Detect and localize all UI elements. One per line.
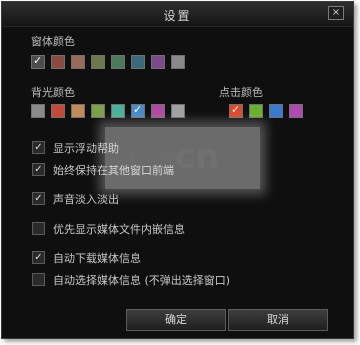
cancel-button[interactable]: 取消 — [228, 309, 328, 331]
selected-check-icon: ✓ — [231, 103, 241, 116]
option-label: 自动下载媒体信息 — [53, 252, 141, 265]
title-bar[interactable]: 设置 × — [2, 2, 353, 27]
dialog-title: 设置 — [163, 9, 192, 23]
option-label: 声音淡入淡出 — [53, 193, 119, 206]
option-checkbox[interactable]: ✓ — [32, 192, 45, 205]
backlight-color-swatch[interactable] — [71, 104, 85, 118]
window-color-swatch[interactable] — [151, 55, 165, 69]
close-button[interactable]: × — [328, 6, 344, 20]
click-color-swatch[interactable]: ✓ — [229, 103, 243, 118]
window-color-swatch[interactable] — [111, 55, 125, 69]
window-color-swatch[interactable] — [51, 55, 65, 69]
backlight-color-swatch[interactable] — [151, 104, 165, 118]
backlight-color-label: 背光颜色 — [31, 86, 75, 99]
settings-dialog: 设置 × 窗体颜色 ✓ 背光颜色 ✓ 点击颜色 ✓ ✓ 显示浮动帮助 ✓ 始终保持在其… — [1, 1, 354, 339]
option-checkbox[interactable] — [32, 273, 45, 286]
watermark-logo: cn — [175, 137, 220, 177]
option-checkbox[interactable] — [32, 222, 45, 235]
backlight-color-swatch[interactable] — [171, 104, 185, 118]
window-color-swatch[interactable] — [131, 55, 145, 69]
watermark-text: 小建の软件园 — [115, 153, 175, 164]
click-color-swatch[interactable] — [269, 104, 283, 118]
backlight-color-swatch[interactable] — [31, 104, 45, 118]
option-checkbox[interactable]: ✓ — [32, 251, 45, 264]
backlight-color-swatch[interactable] — [91, 104, 105, 118]
window-color-swatch[interactable] — [91, 55, 105, 69]
option-label: 优先显示媒体文件内嵌信息 — [53, 223, 185, 236]
backlight-color-swatch[interactable]: ✓ — [131, 103, 145, 118]
click-color-swatch[interactable] — [249, 104, 263, 118]
backlight-color-swatch[interactable] — [51, 104, 65, 118]
click-color-label: 点击颜色 — [219, 86, 263, 99]
option-checkbox[interactable]: ✓ — [32, 163, 45, 176]
ok-button[interactable]: 确定 — [126, 309, 226, 331]
click-color-swatch[interactable] — [289, 104, 303, 118]
option-label: 自动选择媒体信息 (不弹出选择窗口) — [53, 274, 231, 287]
window-color-swatch[interactable] — [71, 55, 85, 69]
backlight-color-swatch[interactable] — [111, 104, 125, 118]
selected-check-icon: ✓ — [33, 54, 43, 67]
window-color-swatch[interactable] — [171, 55, 185, 69]
window-color-label: 窗体颜色 — [31, 35, 75, 48]
window-color-swatch[interactable]: ✓ — [31, 54, 45, 69]
option-checkbox[interactable]: ✓ — [32, 141, 45, 154]
watermark: 小建の软件园 cn — [105, 127, 260, 189]
selected-check-icon: ✓ — [133, 103, 143, 116]
